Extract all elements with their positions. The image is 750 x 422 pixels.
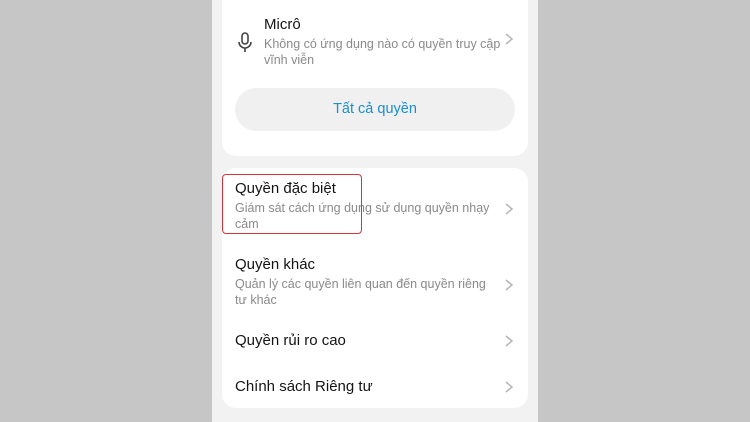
chevron-right-icon: [505, 33, 514, 45]
microphone-row[interactable]: Micrô Không có ứng dụng nào có quyền tru…: [222, 14, 528, 70]
chevron-right-icon: [505, 203, 514, 215]
microphone-permission-card: Micrô Không có ứng dụng nào có quyền tru…: [222, 0, 528, 156]
chevron-right-icon: [505, 381, 514, 393]
other-permissions-item[interactable]: Quyền khác Quản lý các quyền liên quan đ…: [222, 256, 528, 308]
item-title: Quyền rủi ro cao: [235, 332, 346, 349]
item-title: Chính sách Riêng tư: [235, 378, 373, 395]
microphone-icon: [238, 32, 252, 52]
item-description: Quản lý các quyền liên quan đến quyền ri…: [235, 277, 486, 307]
chevron-right-icon: [505, 335, 514, 347]
high-risk-permissions-item[interactable]: Quyền rủi ro cao: [222, 330, 528, 354]
chevron-right-icon: [505, 279, 514, 291]
highlight-box: [222, 174, 362, 234]
microphone-description: Không có ứng dụng nào có quyền truy cập …: [264, 37, 501, 67]
microphone-title: Micrô: [264, 16, 301, 33]
all-permissions-button[interactable]: Tất cả quyền: [235, 88, 515, 131]
privacy-policy-item[interactable]: Chính sách Riêng tư: [222, 376, 528, 400]
item-title: Quyền khác: [235, 256, 316, 273]
